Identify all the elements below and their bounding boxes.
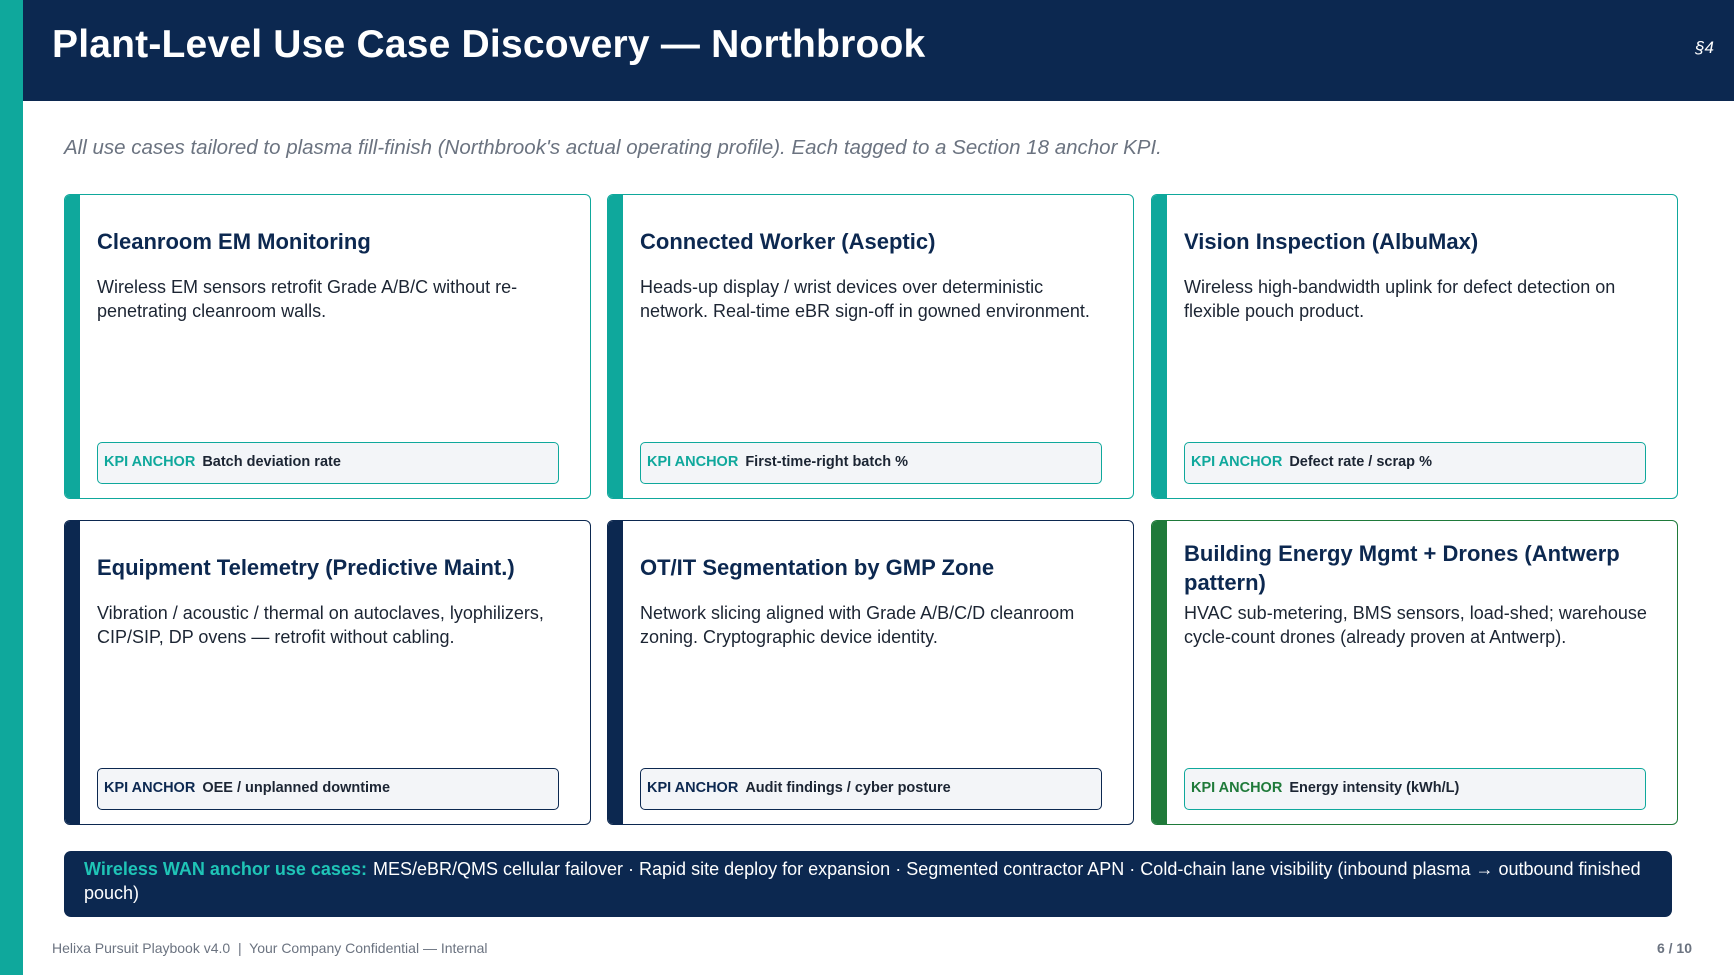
kpi-anchor-label: KPI ANCHOR — [1191, 454, 1283, 470]
kpi-anchor-value: OEE / unplanned downtime — [202, 780, 391, 796]
card-description: Heads-up display / wrist devices over de… — [640, 277, 1090, 321]
use-case-card-building-energy: Building Energy Mgmt + Drones (Antwerp p… — [1151, 520, 1678, 825]
kpi-anchor-label: KPI ANCHOR — [647, 780, 739, 796]
use-case-card-connected-worker: Connected Worker (Aseptic) Heads-up disp… — [607, 194, 1134, 499]
card-title: Vision Inspection (AlbuMax) — [1184, 229, 1479, 254]
card-description: Wireless EM sensors retrofit Grade A/B/C… — [97, 277, 518, 321]
card-title: Cleanroom EM Monitoring — [97, 229, 371, 254]
section-tag: §4 — [1695, 38, 1714, 57]
card-description: HVAC sub-metering, BMS sensors, load-she… — [1184, 603, 1647, 647]
kpi-anchor-box: KPI ANCHOR OEE / unplanned downtime — [97, 768, 559, 810]
card-title: Building Energy Mgmt + Drones (Antwerp p… — [1184, 541, 1620, 595]
kpi-anchor-value: Energy intensity (kWh/L) — [1289, 780, 1460, 796]
kpi-anchor-label: KPI ANCHOR — [104, 454, 196, 470]
wireless-wan-banner: Wireless WAN anchor use cases: MES/eBR/QM… — [64, 851, 1672, 917]
page-title: Plant-Level Use Case Discovery — Northbr… — [52, 23, 926, 66]
kpi-anchor-box: KPI ANCHOR Energy intensity (kWh/L) — [1184, 768, 1646, 810]
card-accent-stripe — [65, 195, 80, 498]
slide-header: Plant-Level Use Case Discovery — Northbr… — [23, 0, 1734, 101]
kpi-anchor-value: First-time-right batch % — [745, 454, 909, 470]
kpi-anchor-label: KPI ANCHOR — [1191, 780, 1283, 796]
card-accent-stripe — [65, 521, 80, 824]
use-case-card-equipment-telemetry: Equipment Telemetry (Predictive Maint.) … — [64, 520, 591, 825]
card-description: Wireless high-bandwidth uplink for defec… — [1184, 277, 1616, 321]
card-title: Equipment Telemetry (Predictive Maint.) — [97, 555, 515, 580]
kpi-anchor-value: Defect rate / scrap % — [1289, 454, 1432, 470]
page-subtitle: All use cases tailored to plasma fill-fi… — [64, 136, 1162, 159]
banner-label: Wireless WAN anchor use cases: — [84, 859, 367, 879]
page-number: 6 / 10 — [1656, 940, 1692, 956]
kpi-anchor-label: KPI ANCHOR — [647, 454, 739, 470]
card-description: Network slicing aligned with Grade A/B/C… — [640, 603, 1075, 647]
use-case-card-cleanroom-em: Cleanroom EM Monitoring Wireless EM sens… — [64, 194, 591, 499]
card-title: OT/IT Segmentation by GMP Zone — [640, 555, 995, 580]
kpi-anchor-box: KPI ANCHOR Audit findings / cyber posture — [640, 768, 1102, 810]
footer-text: Helixa Pursuit Playbook v4.0 | Your Comp… — [52, 940, 488, 956]
kpi-anchor-box: KPI ANCHOR First-time-right batch % — [640, 442, 1102, 484]
kpi-anchor-value: Audit findings / cyber posture — [745, 780, 951, 796]
card-accent-stripe — [1152, 195, 1167, 498]
kpi-anchor-box: KPI ANCHOR Defect rate / scrap % — [1184, 442, 1646, 484]
use-case-card-ot-it-segmentation: OT/IT Segmentation by GMP Zone Network s… — [607, 520, 1134, 825]
accent-side-bar — [0, 0, 23, 975]
card-accent-stripe — [608, 521, 623, 824]
card-accent-stripe — [1152, 521, 1167, 824]
use-case-card-vision-inspection: Vision Inspection (AlbuMax) Wireless hig… — [1151, 194, 1678, 499]
card-title: Connected Worker (Aseptic) — [640, 229, 936, 254]
kpi-anchor-label: KPI ANCHOR — [104, 780, 196, 796]
card-accent-stripe — [608, 195, 623, 498]
kpi-anchor-value: Batch deviation rate — [202, 454, 341, 470]
kpi-anchor-box: KPI ANCHOR Batch deviation rate — [97, 442, 559, 484]
card-description: Vibration / acoustic / thermal on autocl… — [97, 603, 544, 647]
